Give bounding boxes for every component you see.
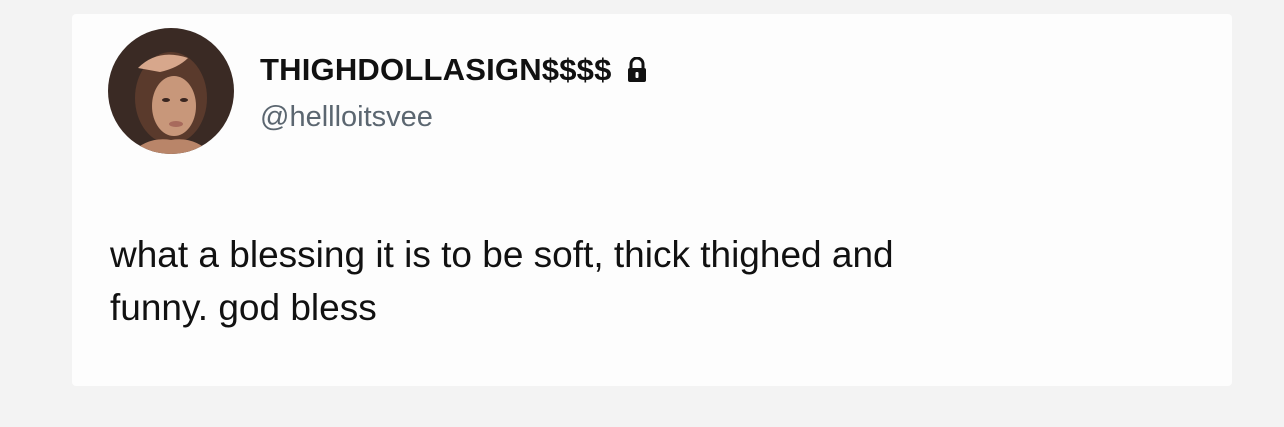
avatar[interactable] — [108, 28, 234, 154]
display-name-row: THIGHDOLLASIGN$$$$ — [260, 52, 648, 88]
user-handle[interactable]: @hellloitsvee — [260, 101, 433, 134]
profile-photo-icon — [108, 28, 234, 154]
tweet-text-line-2: funny. god bless — [110, 287, 377, 328]
display-name[interactable]: THIGHDOLLASIGN$$$$ — [260, 52, 612, 88]
tweet-text-line-1: what a blessing it is to be soft, thick … — [110, 234, 894, 275]
tweet-text: what a blessing it is to be soft, thick … — [110, 228, 1190, 334]
lock-icon — [626, 56, 648, 83]
tweet-card: THIGHDOLLASIGN$$$$ @hellloitsvee what a … — [72, 14, 1232, 386]
